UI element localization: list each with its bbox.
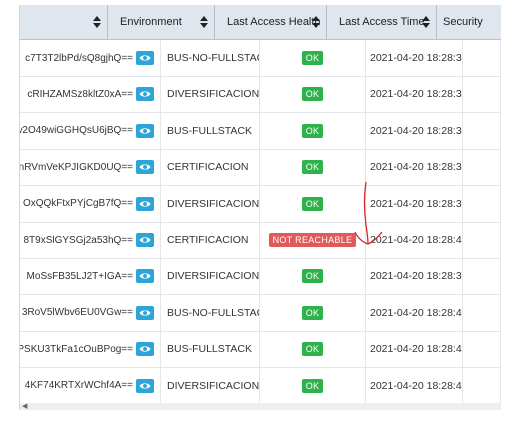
annotation-arrow — [354, 181, 383, 245]
